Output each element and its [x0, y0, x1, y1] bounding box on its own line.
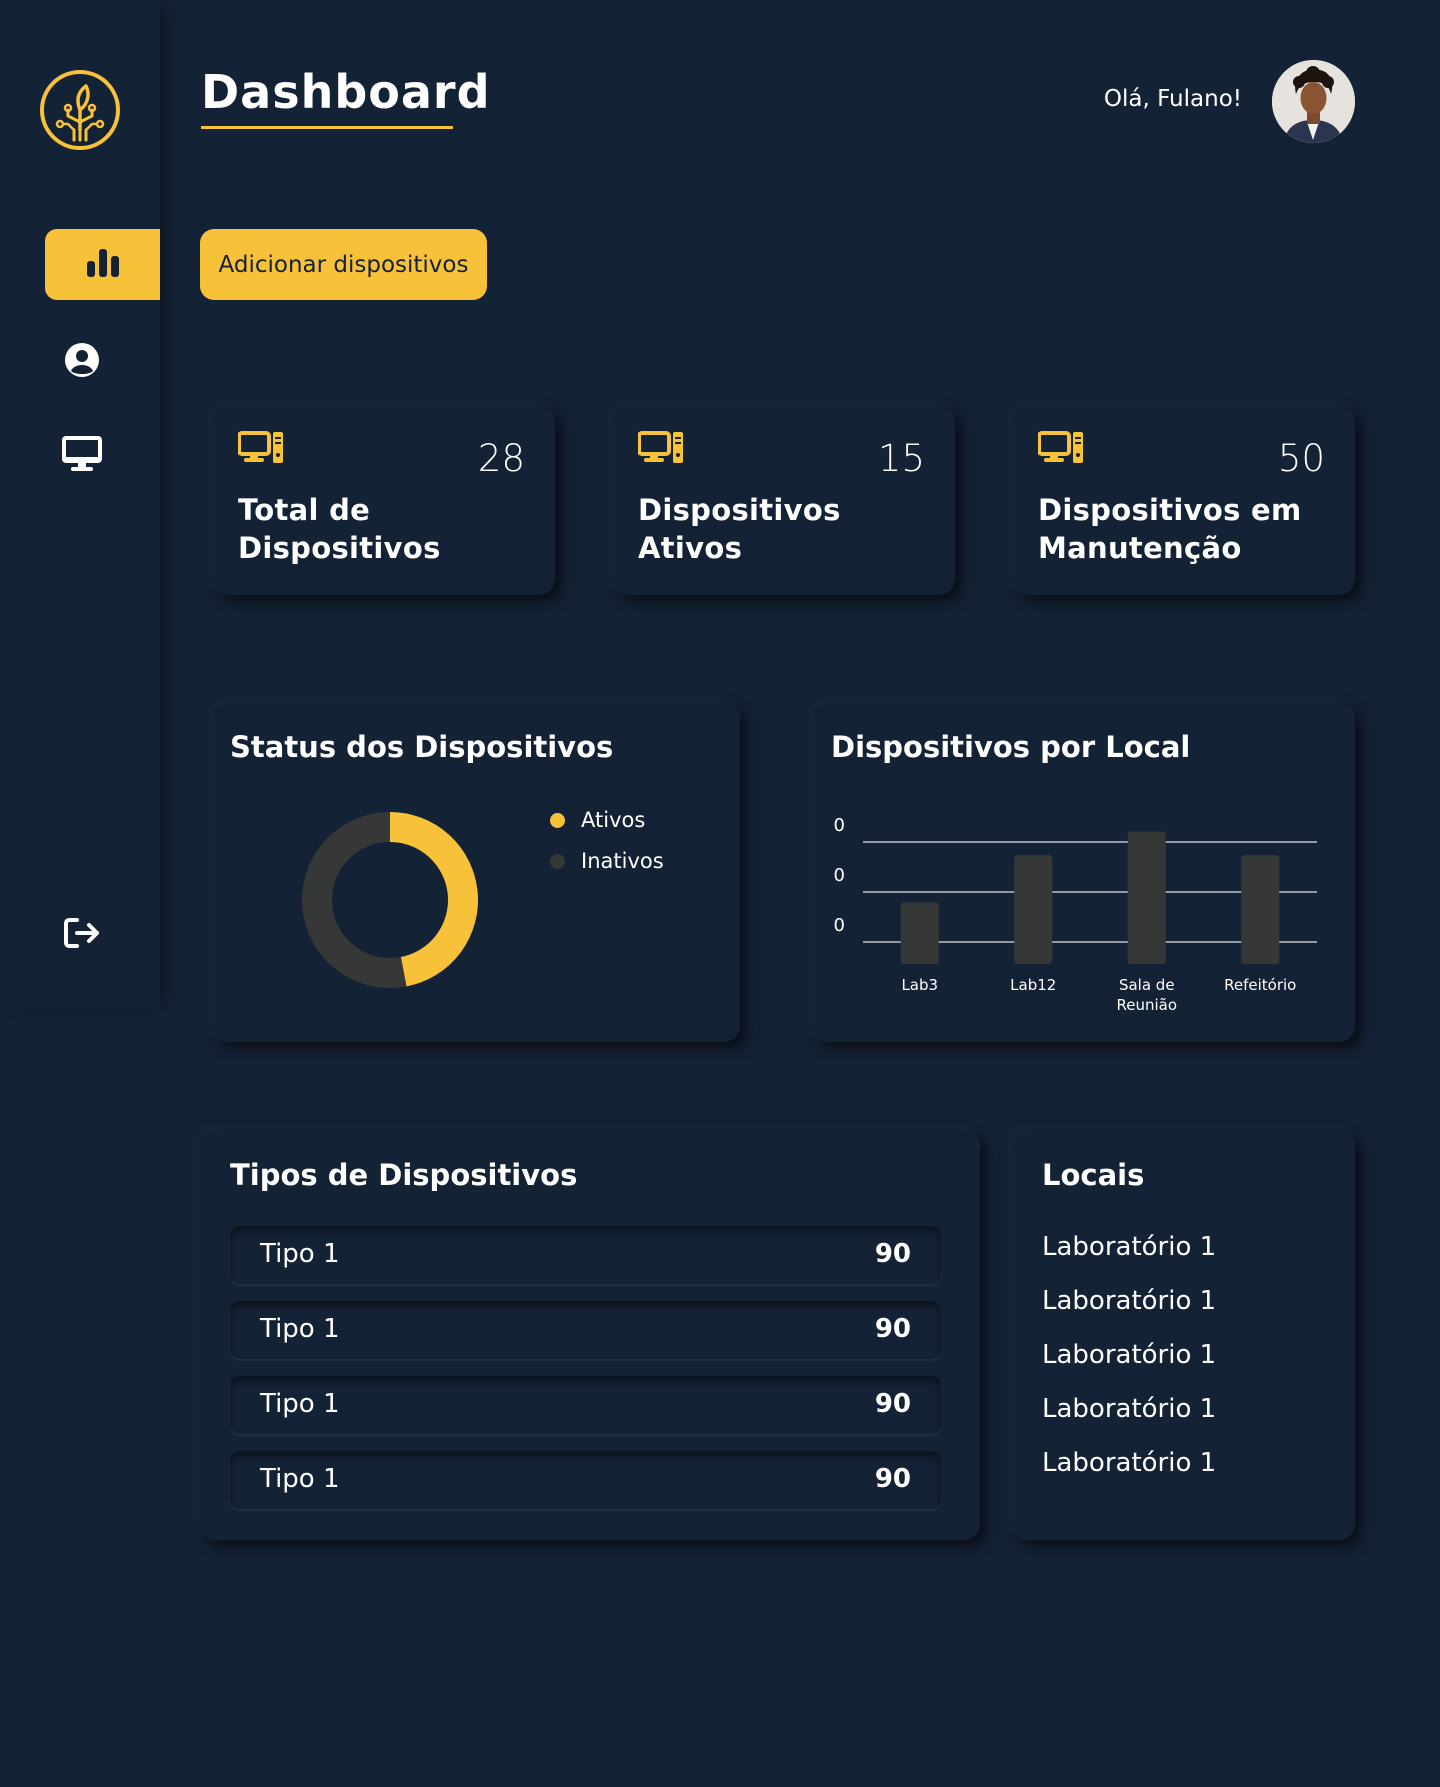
stat-label: Total de Dispositivos — [238, 493, 441, 565]
donut-slice-ativos[interactable] — [389, 812, 478, 987]
locals-card-title: Locais — [1042, 1158, 1145, 1192]
local-item[interactable]: Laboratório 1 — [1042, 1448, 1216, 1478]
logout-button[interactable] — [62, 915, 102, 955]
stat-label: Dispositivos Ativos — [638, 493, 841, 565]
status-donut-chart — [302, 812, 478, 988]
bar-1[interactable] — [1014, 855, 1053, 964]
y-tick-label: 0 — [834, 865, 845, 886]
stat-card-active: 15 Dispositivos Ativos — [612, 405, 955, 595]
x-tick-label: Lab12 — [1010, 976, 1056, 994]
leaf-circuit-logo — [36, 66, 124, 154]
add-devices-button[interactable]: Adicionar dispositivos — [200, 229, 487, 300]
stat-card-maintenance: 50 Dispositivos em Manutenção — [1012, 405, 1355, 595]
location-card: Dispositivos por Local 0 0 0 Lab3 Lab12 Sala … — [812, 702, 1355, 1042]
stat-value: 15 — [877, 437, 925, 480]
logout-icon — [63, 916, 101, 954]
sidebar-item-dashboard[interactable] — [45, 229, 160, 300]
status-card: Status dos Dispositivos Ativos Inativos — [212, 702, 740, 1042]
bar-3[interactable] — [1241, 855, 1280, 964]
location-bar-chart: 0 0 0 Lab3 Lab12 Sala de Reunião Refeitório — [834, 815, 1317, 1014]
page-title: Dashboard — [201, 65, 491, 119]
computer-icon — [1037, 431, 1084, 469]
greeting-text: Olá, Fulano! — [1103, 86, 1242, 112]
user-circle-icon — [64, 342, 100, 382]
x-tick-label: Refeitório — [1224, 976, 1296, 994]
type-row[interactable]: Tipo 1 90 — [230, 1451, 941, 1509]
legend-item-inativos: Inativos — [550, 849, 664, 873]
x-tick-label: Lab3 — [901, 976, 938, 994]
type-value: 90 — [874, 1239, 911, 1269]
sidebar — [0, 0, 160, 1010]
computer-icon — [237, 431, 284, 469]
type-value: 90 — [874, 1389, 911, 1419]
monitor-icon — [61, 435, 103, 477]
avatar[interactable] — [1272, 60, 1355, 143]
sidebar-item-devices[interactable] — [60, 436, 104, 476]
y-tick-label: 0 — [834, 915, 845, 936]
type-value: 90 — [874, 1464, 911, 1494]
local-item[interactable]: Laboratório 1 — [1042, 1232, 1216, 1262]
legend-dot-inativos — [550, 853, 565, 869]
types-card: Tipos de Dispositivos Tipo 1 90 Tipo 1 9… — [200, 1130, 980, 1540]
type-value: 90 — [874, 1314, 911, 1344]
type-label: Tipo 1 — [260, 1239, 340, 1269]
types-card-title: Tipos de Dispositivos — [230, 1158, 578, 1192]
computer-icon — [637, 431, 684, 469]
legend-label: Ativos — [581, 808, 646, 832]
locals-card: Locais Laboratório 1 Laboratório 1 Labor… — [1012, 1130, 1355, 1540]
sidebar-item-profile[interactable] — [62, 342, 102, 382]
type-row[interactable]: Tipo 1 90 — [230, 1301, 941, 1359]
status-card-title: Status dos Dispositivos — [230, 730, 614, 764]
bar-2[interactable] — [1127, 831, 1166, 964]
stat-value: 28 — [477, 437, 525, 480]
legend-dot-ativos — [550, 812, 565, 828]
bar-chart-icon — [86, 248, 120, 282]
x-tick-label: Sala de Reunião — [1116, 976, 1177, 1014]
type-label: Tipo 1 — [260, 1464, 340, 1494]
donut-slice-inativos[interactable] — [302, 812, 407, 988]
stat-value: 50 — [1277, 437, 1325, 480]
title-underline — [201, 126, 453, 129]
type-row[interactable]: Tipo 1 90 — [230, 1376, 941, 1434]
bar-0[interactable] — [900, 902, 939, 964]
y-tick-label: 0 — [834, 815, 845, 836]
local-item[interactable]: Laboratório 1 — [1042, 1286, 1216, 1316]
legend-label: Inativos — [581, 849, 664, 873]
local-item[interactable]: Laboratório 1 — [1042, 1340, 1216, 1370]
stat-label: Dispositivos em Manutenção — [1038, 493, 1302, 565]
type-row[interactable]: Tipo 1 90 — [230, 1226, 941, 1284]
type-label: Tipo 1 — [260, 1314, 340, 1344]
legend-item-ativos: Ativos — [550, 808, 645, 832]
local-item[interactable]: Laboratório 1 — [1042, 1394, 1216, 1424]
stat-card-total: 28 Total de Dispositivos — [212, 405, 555, 595]
type-label: Tipo 1 — [260, 1389, 340, 1419]
